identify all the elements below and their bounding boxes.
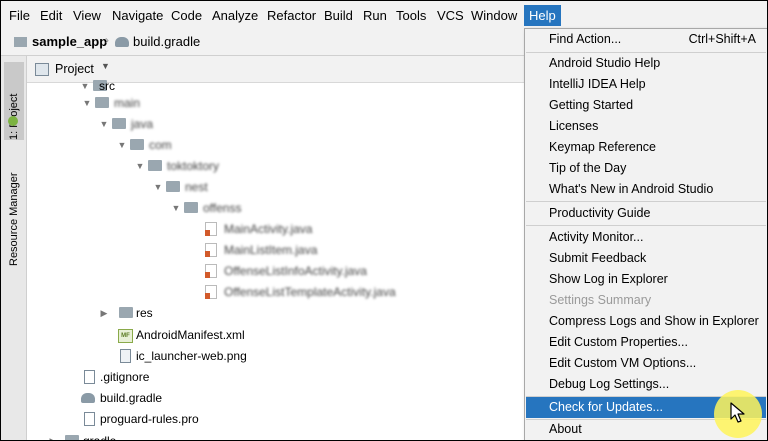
menu-item-activity-monitor[interactable]: Activity Monitor...	[526, 227, 766, 248]
expand-arrow-icon[interactable]: ▼	[98, 114, 110, 134]
chevron-right-icon: ›	[105, 33, 109, 47]
menu-item-compress-logs[interactable]: Compress Logs and Show in Explorer	[526, 311, 766, 332]
mouse-pointer-icon	[730, 402, 745, 423]
text-file-icon	[84, 370, 95, 384]
menu-item-keymap-reference[interactable]: Keymap Reference	[526, 137, 766, 158]
ide-window: File Edit View Navigate Code Analyze Ref…	[0, 0, 768, 441]
chevron-down-icon[interactable]: ▼	[101, 61, 110, 71]
menu-item-find-action[interactable]: Find Action... Ctrl+Shift+A	[526, 29, 766, 50]
project-view-icon	[35, 63, 49, 76]
menu-separator	[526, 225, 766, 226]
manifest-file-icon: MF	[118, 329, 133, 343]
folder-icon	[95, 97, 109, 108]
menu-item-submit-feedback[interactable]: Submit Feedback	[526, 248, 766, 269]
menu-tools[interactable]: Tools	[396, 7, 426, 24]
menu-view[interactable]: View	[73, 7, 101, 24]
project-view-selector[interactable]: Project	[55, 61, 94, 77]
menu-item-productivity-guide[interactable]: Productivity Guide	[526, 203, 766, 224]
menu-code[interactable]: Code	[171, 7, 202, 24]
expand-arrow-icon[interactable]: ▼	[116, 135, 128, 155]
menu-item-tip-of-the-day[interactable]: Tip of the Day	[526, 158, 766, 179]
expand-arrow-icon[interactable]: ▼	[81, 93, 93, 113]
menu-item-intellij-help[interactable]: IntelliJ IDEA Help	[526, 74, 766, 95]
tab-resource-manager[interactable]: Resource Manager	[4, 154, 24, 266]
menu-item-edit-custom-vm[interactable]: Edit Custom VM Options...	[526, 353, 766, 374]
folder-icon	[184, 202, 198, 213]
expand-arrow-icon[interactable]: ▼	[170, 198, 182, 218]
folder-icon	[65, 435, 79, 440]
menu-vcs[interactable]: VCS	[437, 7, 464, 24]
menu-item-getting-started[interactable]: Getting Started	[526, 95, 766, 116]
gradle-elephant-icon	[81, 393, 95, 403]
menu-build[interactable]: Build	[324, 7, 353, 24]
menu-item-show-log[interactable]: Show Log in Explorer	[526, 269, 766, 290]
menu-navigate[interactable]: Navigate	[112, 7, 163, 24]
menu-separator	[526, 201, 766, 202]
menu-refactor[interactable]: Refactor	[267, 7, 316, 24]
java-class-icon	[205, 264, 217, 278]
menu-window[interactable]: Window	[471, 7, 517, 24]
menu-item-edit-custom-properties[interactable]: Edit Custom Properties...	[526, 332, 766, 353]
folder-icon	[14, 37, 27, 47]
folder-icon	[166, 181, 180, 192]
breadcrumb-project[interactable]: sample_app	[32, 34, 107, 50]
java-class-icon	[205, 243, 217, 257]
resource-manager-tab-label: Resource Manager	[8, 172, 20, 266]
menu-edit[interactable]: Edit	[40, 7, 62, 24]
menu-item-settings-summary: Settings Summary	[549, 293, 652, 307]
menu-analyze[interactable]: Analyze	[212, 7, 258, 24]
text-file-icon	[84, 412, 95, 426]
image-file-icon	[120, 349, 131, 363]
folder-icon	[112, 118, 126, 129]
menu-bar: File Edit View Navigate Code Analyze Ref…	[1, 1, 767, 29]
menu-file[interactable]: File	[9, 7, 30, 24]
folder-icon	[119, 307, 133, 318]
tool-window-strip: 1: Project Resource Manager	[1, 56, 27, 440]
expand-arrow-icon[interactable]: ▶	[98, 303, 110, 323]
shortcut-label: Ctrl+Shift+A	[688, 32, 756, 46]
menu-item-licenses[interactable]: Licenses	[526, 116, 766, 137]
gradle-elephant-icon	[115, 37, 129, 47]
menu-help[interactable]: Help	[524, 5, 561, 26]
tab-project[interactable]: 1: Project	[4, 62, 24, 140]
folder-icon	[130, 139, 144, 150]
menu-run[interactable]: Run	[363, 7, 387, 24]
menu-item-whats-new[interactable]: What's New in Android Studio	[526, 179, 766, 200]
android-icon	[8, 116, 18, 126]
folder-icon	[148, 160, 162, 171]
expand-arrow-icon[interactable]: ▼	[134, 156, 146, 176]
java-class-icon	[205, 285, 217, 299]
help-menu-dropdown: Find Action... Ctrl+Shift+A Android Stud…	[524, 28, 767, 440]
expand-arrow-icon[interactable]: ▶	[47, 431, 59, 440]
expand-arrow-icon[interactable]: ▼	[152, 177, 164, 197]
breadcrumb-file[interactable]: build.gradle	[133, 34, 200, 50]
menu-item-android-studio-help[interactable]: Android Studio Help	[526, 53, 766, 74]
java-class-icon	[205, 222, 217, 236]
